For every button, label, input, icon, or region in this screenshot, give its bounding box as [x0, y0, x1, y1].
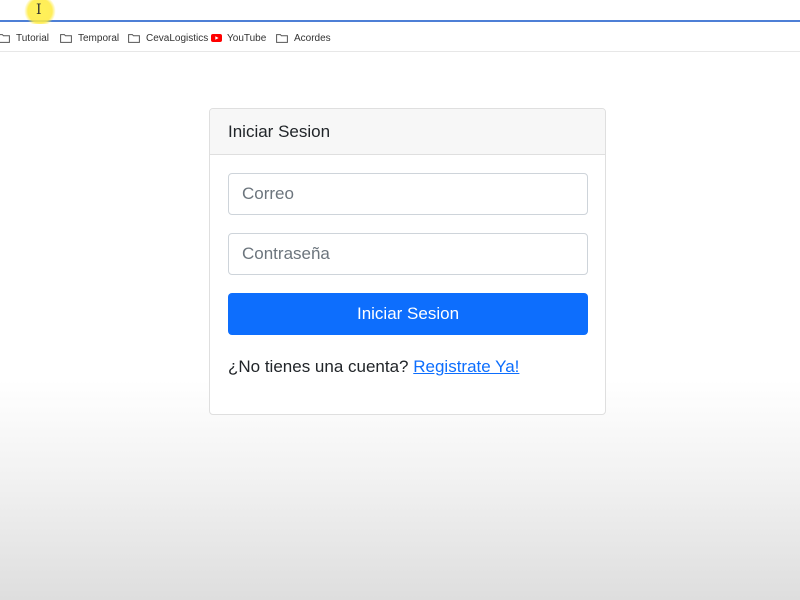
folder-icon	[276, 33, 288, 43]
bookmark-label: Acordes	[294, 32, 331, 44]
bookmark-cevalogistics[interactable]: CevaLogistics	[128, 31, 208, 45]
bookmark-label: Tutorial	[16, 32, 49, 44]
browser-address-strip[interactable]	[0, 0, 800, 22]
folder-icon	[128, 33, 140, 43]
login-card: Iniciar Sesion Iniciar Sesion ¿No tienes…	[209, 108, 606, 415]
bookmarks-bar: Tutorial Temporal CevaLogistics YouTube …	[0, 24, 800, 52]
folder-icon	[60, 33, 72, 43]
register-prompt: ¿No tienes una cuenta?	[228, 357, 409, 376]
bookmark-label: Temporal	[78, 32, 120, 44]
password-input[interactable]	[228, 233, 588, 275]
text-cursor-icon: I	[36, 2, 42, 18]
youtube-icon	[211, 34, 222, 42]
register-link[interactable]: Registrate Ya!	[413, 357, 519, 376]
email-input[interactable]	[228, 173, 588, 215]
login-title: Iniciar Sesion	[228, 121, 331, 141]
bookmark-acordes[interactable]: Acordes	[276, 31, 331, 45]
folder-icon	[0, 33, 10, 43]
bookmark-youtube[interactable]: YouTube	[211, 31, 266, 45]
register-prompt-line: ¿No tienes una cuenta? Registrate Ya!	[228, 357, 519, 377]
bookmark-tutorial[interactable]: Tutorial	[0, 31, 49, 45]
login-button[interactable]: Iniciar Sesion	[228, 293, 588, 335]
login-card-header: Iniciar Sesion	[210, 109, 605, 155]
bookmark-label: YouTube	[227, 32, 267, 44]
bookmark-temporal[interactable]: Temporal	[60, 31, 119, 45]
bookmark-label: CevaLogistics	[146, 32, 209, 44]
